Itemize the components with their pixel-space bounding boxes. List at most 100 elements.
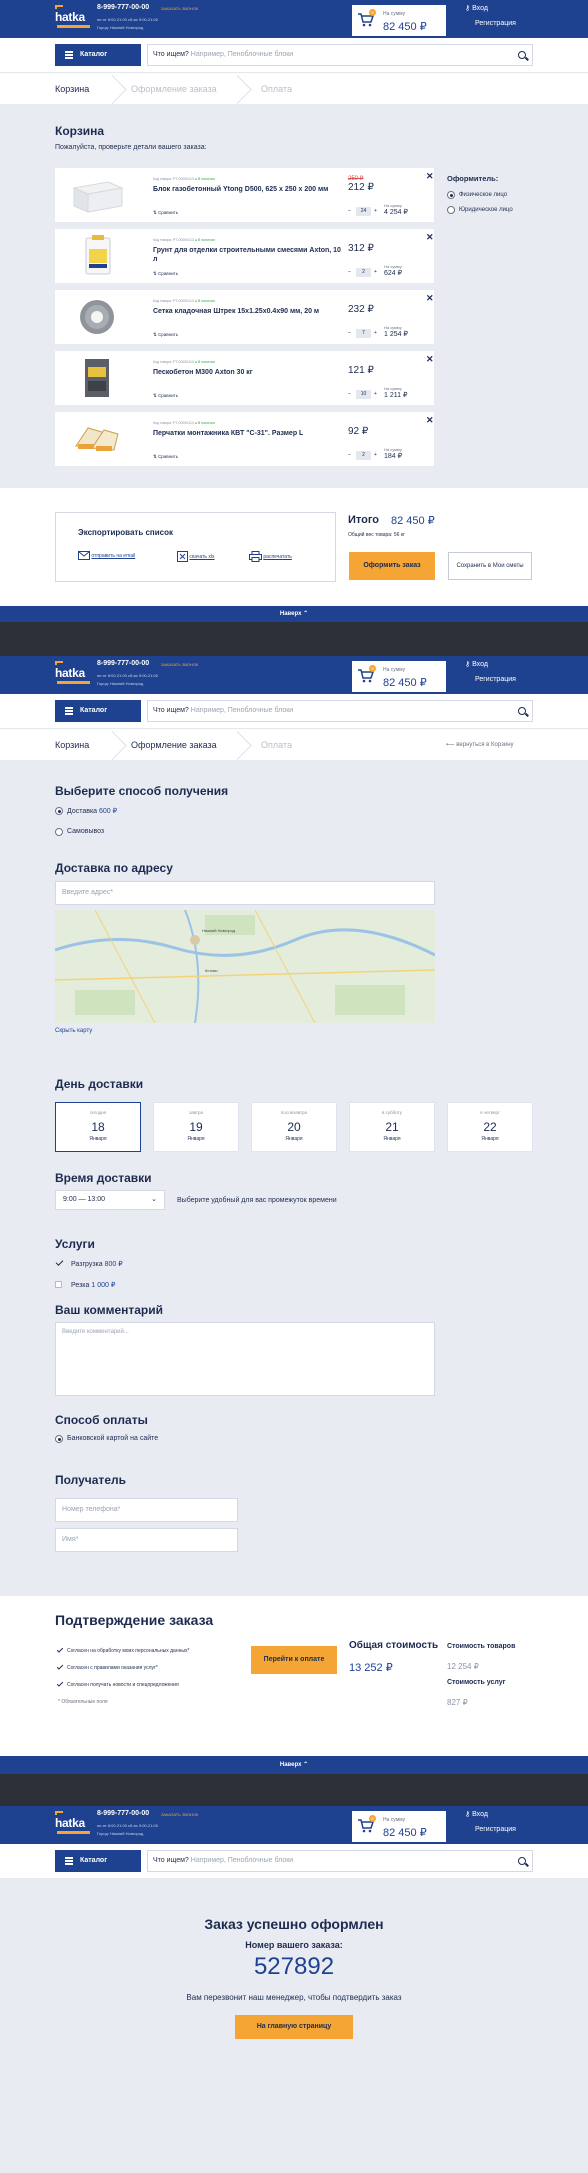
callback-link[interactable]: ЗАКАЗАТЬ ЗВОНОК (161, 662, 198, 667)
remove-item-icon[interactable]: ✕ (426, 415, 434, 426)
plus-button[interactable]: + (374, 330, 377, 336)
product-name[interactable]: Сетка кладочная Штрек 15x1.25x0.4x90 мм,… (153, 307, 343, 316)
product-image[interactable] (68, 235, 126, 276)
buyer-individual-label[interactable]: Физическое лицо (459, 192, 507, 198)
plus-button[interactable]: + (374, 208, 377, 214)
plus-button[interactable]: + (374, 269, 377, 275)
agree-news-label[interactable]: Согласен получать новости и спецпредложе… (67, 1682, 179, 1688)
back-to-top[interactable]: Наверх ⌃ (0, 1756, 588, 1774)
login-link[interactable]: ⚷ Вход (465, 1810, 488, 1818)
export-xls[interactable]: скачать xls (177, 551, 215, 562)
quantity-stepper[interactable]: –2 + (348, 451, 378, 460)
quantity-value[interactable]: 2 (356, 451, 371, 460)
quantity-value[interactable]: 7 (356, 329, 371, 338)
delivery-day-option[interactable]: сегодня 18 Января (55, 1102, 141, 1152)
login-link[interactable]: ⚷ Вход (465, 660, 488, 668)
search-icon[interactable] (518, 1857, 526, 1865)
quantity-stepper[interactable]: –10 + (348, 390, 378, 399)
header-cart[interactable]: 5 На сумму 82 450 ₽ (352, 5, 446, 36)
comment-textarea[interactable]: Введите комментарий... (55, 1322, 435, 1396)
city-selector[interactable]: Город: Нижний Новгород (97, 25, 143, 30)
phone-number[interactable]: 8-999-777-00-00 (97, 4, 149, 11)
city-selector[interactable]: Город: Нижний Новгород (97, 681, 143, 686)
search-input[interactable]: Что ищем? Например, Пеноблочные блоки (147, 44, 533, 66)
back-to-top[interactable]: Наверх ⌃ (0, 606, 588, 622)
export-email[interactable]: отправить на email (78, 551, 135, 560)
buyer-company-label[interactable]: Юридическое лицо (459, 207, 513, 213)
remove-item-icon[interactable]: ✕ (426, 232, 434, 243)
radio-delivery[interactable] (55, 807, 63, 815)
radio-card-payment[interactable] (55, 1435, 63, 1443)
phone-number[interactable]: 8-999-777-00-00 (97, 660, 149, 667)
remove-item-icon[interactable]: ✕ (426, 171, 434, 182)
product-name[interactable]: Блок газобетонный Ytong D500, 625 x 250 … (153, 185, 343, 194)
home-button[interactable]: На главную страницу (235, 2015, 353, 2039)
logo[interactable]: hatka (55, 1811, 90, 1838)
quantity-value[interactable]: 10 (356, 390, 371, 399)
back-to-cart-link[interactable]: ⟵ вернуться в Корзину (446, 729, 514, 761)
minus-button[interactable]: – (348, 330, 351, 336)
delivery-map[interactable]: Нижний Новгород Кстово (55, 910, 435, 1023)
quantity-stepper[interactable]: –2 + (348, 268, 378, 277)
logo[interactable]: hatka (55, 661, 90, 688)
register-link[interactable]: Регистрация (475, 1826, 516, 1833)
compare-link[interactable]: ⇅ Сравнить (153, 454, 178, 460)
catalog-button[interactable]: Каталог (55, 1850, 141, 1872)
search-input[interactable]: Что ищем? Например, Пеноблочные блоки (147, 1850, 533, 1872)
register-link[interactable]: Регистрация (475, 676, 516, 683)
delivery-day-option[interactable]: завтра 19 Января (153, 1102, 239, 1152)
go-to-payment-button[interactable]: Перейти к оплате (251, 1646, 337, 1674)
radio-pickup[interactable] (55, 828, 63, 836)
payment-option[interactable]: Банковской картой на сайте (67, 1435, 158, 1442)
unload-checkbox[interactable] (55, 1258, 64, 1266)
search-icon[interactable] (518, 707, 526, 715)
product-image[interactable] (68, 174, 126, 215)
catalog-button[interactable]: Каталог (55, 700, 141, 722)
compare-link[interactable]: ⇅ Сравнить (153, 271, 178, 277)
phone-input[interactable]: Номер телефона* (55, 1498, 238, 1522)
cut-checkbox[interactable] (55, 1281, 62, 1288)
remove-item-icon[interactable]: ✕ (426, 354, 434, 365)
minus-button[interactable]: – (348, 391, 351, 397)
unload-option[interactable]: Разгрузка 800 ₽ (71, 1260, 123, 1268)
product-image[interactable] (68, 418, 126, 459)
header-cart[interactable]: 5 На сумму 82 450 ₽ (352, 1811, 446, 1842)
product-name[interactable]: Перчатки монтажника КВТ "С-31". Размер L (153, 429, 343, 438)
step-cart[interactable]: Корзина (55, 729, 89, 761)
compare-link[interactable]: ⇅ Сравнить (153, 332, 178, 338)
delivery-day-option[interactable]: в субботу 21 Января (349, 1102, 435, 1152)
register-link[interactable]: Регистрация (475, 20, 516, 27)
address-input[interactable]: Введите адрес* (55, 881, 435, 905)
save-estimate-button[interactable]: Сохранить в Мои сметы (448, 552, 532, 580)
radio-company[interactable] (447, 206, 455, 214)
agree-news-checkbox[interactable] (56, 1680, 64, 1687)
pickup-option[interactable]: Самовывоз (67, 828, 104, 835)
product-name[interactable]: Грунт для отделки строительными смесями … (153, 246, 343, 264)
agree-pd-checkbox[interactable] (56, 1646, 64, 1653)
name-input[interactable]: Имя* (55, 1528, 238, 1552)
quantity-stepper[interactable]: –7 + (348, 329, 378, 338)
minus-button[interactable]: – (348, 452, 351, 458)
plus-button[interactable]: + (374, 452, 377, 458)
delivery-option[interactable]: Доставка 600 ₽ (67, 807, 117, 815)
delivery-day-option[interactable]: послезавтра 20 Января (251, 1102, 337, 1152)
callback-link[interactable]: ЗАКАЗАТЬ ЗВОНОК (161, 1812, 198, 1817)
compare-link[interactable]: ⇅ Сравнить (153, 393, 178, 399)
header-cart[interactable]: 5 На сумму 82 450 ₽ (352, 661, 446, 692)
callback-link[interactable]: ЗАКАЗАТЬ ЗВОНОК (161, 6, 198, 11)
search-icon[interactable] (518, 51, 526, 59)
step-cart[interactable]: Корзина (55, 73, 89, 105)
radio-individual[interactable] (447, 191, 455, 199)
agree-rules-checkbox[interactable] (56, 1663, 64, 1670)
cut-option[interactable]: Резка 1 000 ₽ (71, 1281, 115, 1289)
city-selector[interactable]: Город: Нижний Новгород (97, 1831, 143, 1836)
compare-link[interactable]: ⇅ Сравнить (153, 210, 178, 216)
catalog-button[interactable]: Каталог (55, 44, 141, 66)
remove-item-icon[interactable]: ✕ (426, 293, 434, 304)
quantity-value[interactable]: 24 (356, 207, 371, 216)
search-input[interactable]: Что ищем? Например, Пеноблочные блоки (147, 700, 533, 722)
agree-rules-label[interactable]: Согласен с правилами оказания услуг* (67, 1665, 158, 1671)
product-image[interactable] (68, 296, 126, 337)
product-image[interactable] (68, 357, 126, 398)
minus-button[interactable]: – (348, 208, 351, 214)
